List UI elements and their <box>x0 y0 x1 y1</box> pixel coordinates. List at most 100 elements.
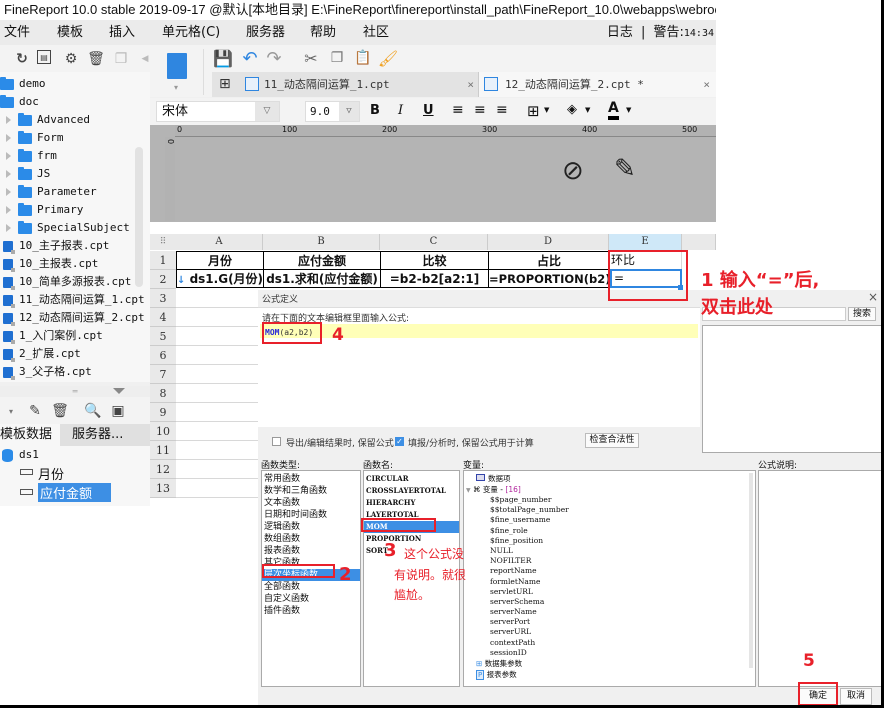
tree-file[interactable]: 2_扩展.cpt <box>0 345 81 363</box>
font-family-select[interactable]: 宋体 ▽ <box>156 101 280 122</box>
cancel-button[interactable]: 取消 <box>840 688 872 705</box>
variable-item[interactable]: servletURL <box>464 587 755 597</box>
variable-group[interactable]: ▼ ⌘ 变量 - [16] <box>464 484 755 495</box>
underline-button[interactable]: U <box>423 103 434 118</box>
tree-folder-primary[interactable]: Primary <box>0 201 83 219</box>
menu-help[interactable]: 帮助 <box>310 20 336 45</box>
function-type-item[interactable]: 自定义函数 <box>262 593 360 605</box>
function-type-item[interactable]: 数组函数 <box>262 533 360 545</box>
column-header[interactable]: D <box>488 234 609 250</box>
warning-label[interactable]: 警告: <box>654 25 684 40</box>
expand-icon[interactable] <box>6 134 12 142</box>
cell-C1[interactable]: 比较 <box>380 251 489 270</box>
tree-folder-doc[interactable]: doc <box>0 93 39 111</box>
collapse-down-icon[interactable] <box>113 388 125 394</box>
align-center-icon[interactable]: ≡ <box>474 102 486 118</box>
expand-icon[interactable] <box>6 116 12 124</box>
function-name-item[interactable]: CROSSLAYERTOTAL <box>364 485 459 497</box>
function-type-item[interactable]: 报表函数 <box>262 545 360 557</box>
variable-item[interactable]: $$totalPage_number <box>464 505 755 515</box>
row-header[interactable]: 5 <box>150 327 176 346</box>
tree-folder-parameter[interactable]: Parameter <box>0 183 97 201</box>
settings-icon[interactable]: ⚙ <box>62 50 80 68</box>
tree-folder-specialsubject[interactable]: SpecialSubject <box>0 219 130 237</box>
expand-icon[interactable] <box>6 170 12 178</box>
tree-file[interactable]: 10_主子报表.cpt <box>0 237 109 255</box>
row-header[interactable]: 11 <box>150 441 176 460</box>
cell-D1[interactable]: 占比 <box>488 251 610 270</box>
dropdown-icon[interactable]: ▾ <box>2 402 20 420</box>
menu-file[interactable]: 文件 <box>4 20 30 45</box>
row-header[interactable]: 9 <box>150 403 176 422</box>
export-formula-checkbox[interactable] <box>272 437 281 446</box>
variable-dataset-params[interactable]: ⊞ 数据集参数 <box>464 658 755 669</box>
field-amount[interactable]: 应付金额 <box>38 483 111 502</box>
variable-scrollbar[interactable] <box>749 473 753 668</box>
close-tab-icon[interactable]: × <box>703 72 710 97</box>
tree-folder-demo[interactable]: demo <box>0 75 46 93</box>
splitter-handle[interactable]: ═ <box>0 386 150 397</box>
tree-folder-js[interactable]: JS <box>0 165 50 183</box>
menu-insert[interactable]: 插入 <box>109 20 135 45</box>
chevron-down-icon[interactable]: ▽ <box>255 102 279 121</box>
variable-item[interactable]: reportName <box>464 566 755 576</box>
check-validity-button[interactable]: 检查合法性 <box>585 433 639 448</box>
row-header[interactable]: 12 <box>150 460 176 479</box>
menu-server[interactable]: 服务器 <box>246 20 285 45</box>
variable-item[interactable]: serverPort <box>464 617 755 627</box>
variable-item[interactable]: $fine_position <box>464 536 755 546</box>
row-header[interactable]: 10 <box>150 422 176 441</box>
variable-item[interactable]: NULL <box>464 546 755 556</box>
formula-input[interactable]: MOM(a2,b2) <box>260 324 698 338</box>
variable-tree[interactable]: 数据项 ▼ ⌘ 变量 - [16] $$page_number $$totalPa… <box>463 470 756 687</box>
redo-icon[interactable]: ↷ <box>265 48 283 69</box>
select-all-corner[interactable]: ⠿ <box>150 234 176 250</box>
dataset-edit-icon[interactable]: ▣ <box>109 402 127 420</box>
edit-icon[interactable]: ✎ <box>26 402 44 420</box>
row-header[interactable]: 4 <box>150 308 176 327</box>
function-type-item[interactable]: 日期和时间函数 <box>262 509 360 521</box>
function-type-item[interactable]: 插件函数 <box>262 605 360 617</box>
hide-eye-icon[interactable]: ⊘ <box>562 156 584 186</box>
menu-template[interactable]: 模板 <box>57 20 83 45</box>
row-header[interactable]: 8 <box>150 384 176 403</box>
tree-folder-frm[interactable]: frm <box>0 147 57 165</box>
column-header[interactable] <box>682 234 716 250</box>
variable-item[interactable]: $$page_number <box>464 495 755 505</box>
variable-report-params[interactable]: P 报表参数 <box>464 669 755 680</box>
variable-item[interactable]: $fine_username <box>464 515 755 525</box>
tree-vscrollbar[interactable] <box>135 147 143 287</box>
preview-report-icon[interactable] <box>167 53 187 79</box>
preview-icon[interactable]: 🔍 <box>84 402 102 420</box>
variable-data-items[interactable]: 数据项 <box>464 473 755 484</box>
expand-icon[interactable] <box>6 152 12 160</box>
variable-item[interactable]: contextPath <box>464 638 755 648</box>
align-left-icon[interactable]: ≡ <box>452 102 464 118</box>
row-header[interactable]: 2 <box>150 270 176 289</box>
menu-cell[interactable]: 单元格(C) <box>162 20 220 45</box>
row-header[interactable]: 6 <box>150 346 176 365</box>
italic-button[interactable]: I <box>398 103 403 118</box>
function-type-item[interactable]: 数学和三角函数 <box>262 485 360 497</box>
variable-item[interactable]: $fine_role <box>464 526 755 536</box>
variable-item[interactable]: NOFILTER <box>464 556 755 566</box>
function-type-item[interactable]: 常用函数 <box>262 473 360 485</box>
function-name-item[interactable]: HIERARCHY <box>364 497 459 509</box>
row-header[interactable]: 3 <box>150 289 176 308</box>
tree-folder-advanced[interactable]: Advanced <box>0 111 90 129</box>
font-color-button[interactable]: A <box>608 100 619 120</box>
cut-icon[interactable]: ✂ <box>302 49 320 68</box>
function-type-item[interactable]: 逻辑函数 <box>262 521 360 533</box>
field-month[interactable]: 月份 <box>38 464 64 483</box>
cell-B2[interactable]: ds1.求和(应付金额) <box>263 269 381 288</box>
column-header[interactable]: E <box>609 234 682 250</box>
tab-doc-1[interactable]: 11_动态隔间运算_1.cpt × <box>242 72 478 97</box>
close-tab-icon[interactable]: × <box>467 72 474 97</box>
cell-D2[interactable]: =PROPORTION(b2) <box>488 269 610 288</box>
cell-B1[interactable]: 应付金额 <box>263 251 381 270</box>
align-right-icon[interactable]: ≡ <box>496 102 508 118</box>
dropdown-icon[interactable]: ▼ <box>626 106 631 114</box>
save-icon[interactable]: 💾 <box>213 49 233 68</box>
expand-icon[interactable] <box>6 188 12 196</box>
expand-icon[interactable] <box>6 206 12 214</box>
